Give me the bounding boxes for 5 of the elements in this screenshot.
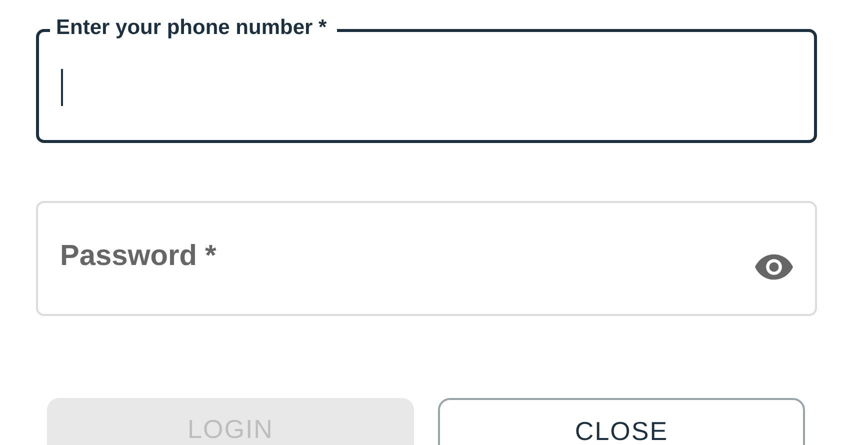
password-field[interactable]: Password *: [36, 201, 817, 316]
field-label: Password *: [60, 240, 216, 273]
text-cursor: [61, 68, 63, 106]
close-button[interactable]: CLOSE: [438, 398, 805, 445]
eye-icon[interactable]: [755, 253, 793, 281]
